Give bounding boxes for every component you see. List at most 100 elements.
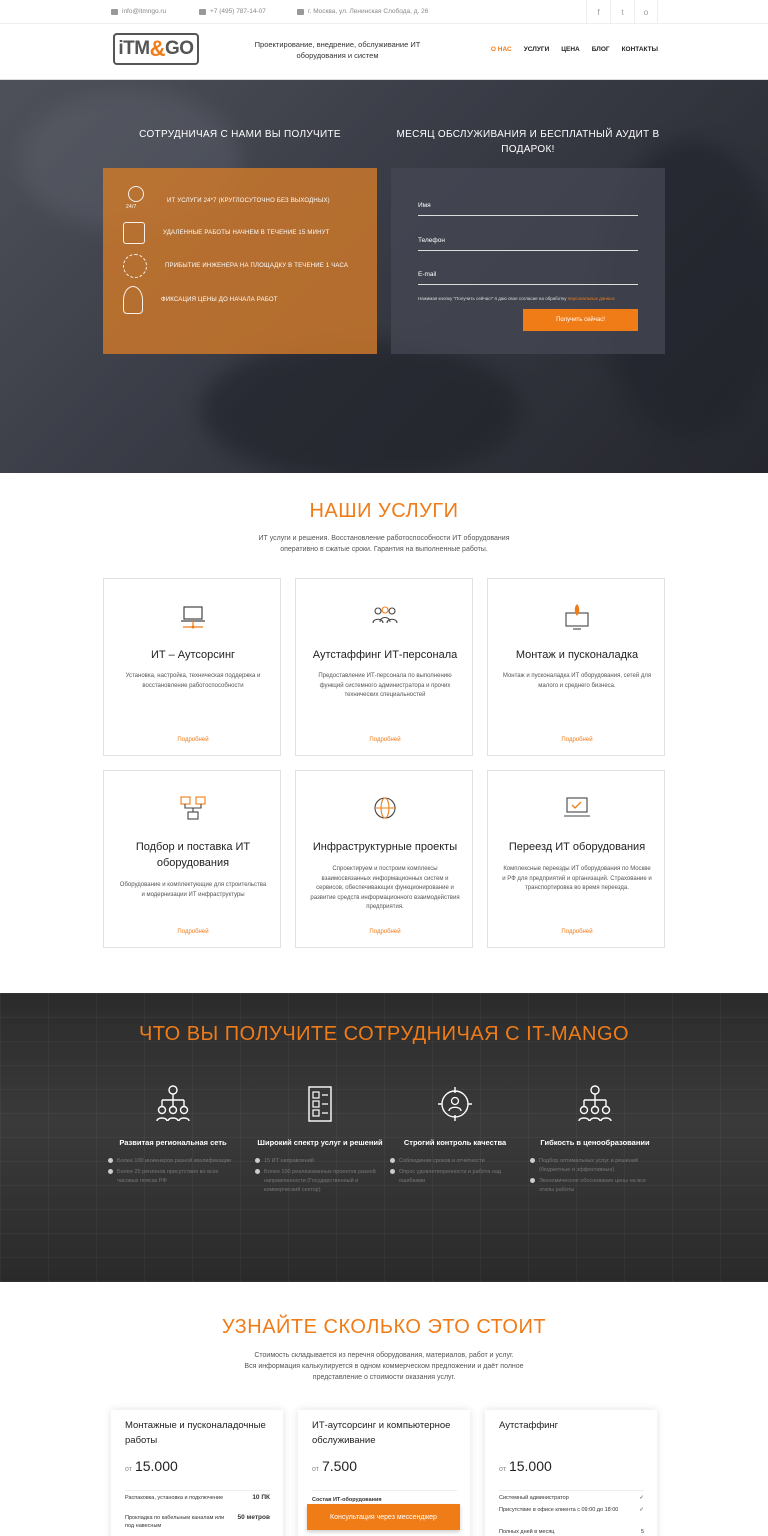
price-card[interactable]: Аутстаффинг от 15.000 Системный администр… [485,1410,657,1536]
nav-price[interactable]: ЦЕНА [561,46,579,53]
instagram-icon[interactable]: o [634,0,658,24]
feature-point: Экономическое обоснование цены на все эт… [530,1177,660,1195]
hierarchy-icon [578,1085,612,1122]
person-24-7-icon: 24/7 [123,186,149,216]
service-title: Аутстаффинг ИТ-персонала [312,649,458,661]
benefit-feature: Строгий контроль качества Соблюдение сро… [390,1085,520,1188]
checklist-icon [308,1086,332,1122]
name-field[interactable]: Имя [418,202,638,216]
service-desc: Оборудование и комплектующие для строите… [119,882,267,898]
top-bar: info@itmngo.ru +7 (495) 787-14-07 г. Мос… [0,0,768,24]
benefit-item: 24/7 ИТ УСЛУГИ 24*7 (КРУГЛОСУТОЧНО БЕЗ В… [123,186,330,216]
hero-left-title: СОТРУДНИЧАЯ С НАМИ ВЫ ПОЛУЧИТЕ [139,129,341,140]
service-card[interactable]: Аутстаффинг ИТ-персонала Предоставление … [295,578,473,756]
consent-label: Нажимая кнопку "Получить сейчас!" я даю … [418,296,568,301]
price-row-value: 50 метров [237,1514,271,1521]
price-row: Системный администратор ✓ [499,1494,644,1502]
hero-section: СОТРУДНИЧАЯ С НАМИ ВЫ ПОЛУЧИТЕ МЕСЯЦ ОБС… [0,80,768,473]
laptop-icon [181,606,205,629]
nav-blog[interactable]: БЛОГ [592,46,610,53]
twitter-icon[interactable]: t [610,0,634,24]
price-row-label: Прокладка по кабельным каналам или под н… [125,1515,225,1529]
consent-link[interactable]: персональных данных [568,296,615,301]
check-icon: ✓ [639,1507,644,1513]
divider [125,1490,270,1491]
more-link[interactable]: Подробней [296,737,474,743]
service-title: Инфраструктурные проекты [312,841,458,853]
request-form: Имя Телефон E-mail Нажимая кнопку "Получ… [391,168,665,354]
feature-title: Гибкость в ценообразовании [540,1138,650,1147]
pricing-subtitle-line: Вся информация калькулируется в одном ко… [244,1363,524,1370]
monitor-check-icon [564,797,590,817]
price-amount: 15.000 [508,1458,552,1474]
benefit-feature: Развитая региональная сеть Более 100 инж… [108,1085,238,1188]
logo-text-left: iTM [118,38,150,59]
nav-contacts[interactable]: КОНТАКТЫ [622,46,658,53]
price-card[interactable]: Монтажные и пусконаладочные работы от 15.… [111,1410,283,1536]
hero-right-title: МЕСЯЦ ОБСЛУЖИВАНИЯ И БЕСПЛАТНЫЙ АУДИТ В … [396,129,660,155]
phone-contact[interactable]: +7 (495) 787-14-07 [199,8,266,15]
service-desc: Спроектируем и построим комплексы взаимо… [310,866,460,910]
service-title: Монтаж и пусконаладка [515,649,639,661]
benefit-item: УДАЛЕННЫЕ РАБОТЫ НАЧНЕМ В ТЕЧЕНИЕ 15 МИН… [123,222,330,244]
email-field[interactable]: E-mail [418,271,638,285]
check-icon: ✓ [639,1495,644,1501]
phone-field[interactable]: Телефон [418,237,638,251]
price-row-label: Системный администратор [499,1495,569,1501]
feature-point: Более 100 инженеров разной квалификации [108,1157,238,1166]
feature-title: Развитая региональная сеть [119,1138,227,1147]
price-row-label: Присутствие в офисе клиента с 09:00 до 1… [499,1507,619,1513]
price-row-label: Распаковка, установка и подключение [125,1495,224,1501]
divider [312,1490,457,1491]
address-contact: г. Москва, ул. Ленинская Слобода, д. 26 [297,8,428,15]
more-link[interactable]: Подробней [104,737,282,743]
email-text[interactable]: info@itmngo.ru [122,8,166,15]
pricing-subtitle-line: Стоимость складывается из перечня оборуд… [254,1352,514,1359]
feature-point: Более 25 регионов присутствия во всех ча… [108,1168,238,1186]
price-row: Присутствие в офисе клиента с 09:00 до 1… [499,1506,644,1514]
feature-point: Соблюдение сроков и отчетности [390,1157,520,1166]
more-link[interactable]: Подробней [488,737,666,743]
messenger-consult-button[interactable]: Консультация через мессенджер [307,1504,460,1530]
price-row: Состав ИТ-оборудования [312,1496,457,1504]
more-link[interactable]: Подробней [104,929,282,935]
service-desc: Предоставление ИТ-персонала по выполнени… [318,673,452,698]
logo[interactable]: iTM & GO [113,33,199,65]
globe-icon [374,797,396,819]
price-row-label: Полных дней в месяц [499,1529,555,1535]
feature-point: Подбор оптимальных услуг и решений (бюдж… [530,1157,660,1175]
price-from-label: от [312,1466,319,1473]
service-card[interactable]: Подбор и поставка ИТ оборудования Оборуд… [103,770,281,948]
benefit-text: ИТ УСЛУГИ 24*7 (КРУГЛОСУТОЧНО БЕЗ ВЫХОДН… [167,198,330,204]
service-card[interactable]: Инфраструктурные проекты Спроектируем и … [295,770,473,948]
feature-points: Более 100 инженеров разной квалификации … [108,1157,238,1186]
divider [499,1490,644,1491]
service-desc: Монтаж и пусконаладка ИТ оборудования, с… [502,673,652,689]
more-link[interactable]: Подробней [296,929,474,935]
service-card[interactable]: ИТ – Аутсорсинг Установка, настройка, те… [103,578,281,756]
price-card-title: ИТ-аутсорсинг и компьютерное обслуживани… [312,1420,451,1446]
facebook-icon[interactable]: f [586,0,610,24]
nav-about[interactable]: О НАС [491,46,512,53]
phone-text[interactable]: +7 (495) 787-14-07 [210,8,266,15]
building-icon [297,8,304,15]
services-title: НАШИ УСЛУГИ [309,500,459,522]
benefits-title: ЧТО ВЫ ПОЛУЧИТЕ СОТРУДНИЧАЯ С IT-MANGO [138,1023,630,1045]
service-card[interactable]: Монтаж и пусконаладка Монтаж и пусконала… [487,578,665,756]
more-link[interactable]: Подробней [488,929,666,935]
service-card[interactable]: Переезд ИТ оборудования Комплексные пере… [487,770,665,948]
envelope-icon [111,8,118,15]
swap-icon [123,222,145,244]
price-row: Распаковка, установка и подключение 10 ПК [125,1494,270,1502]
rocket-icon [565,604,589,630]
email-contact[interactable]: info@itmngo.ru [111,8,166,15]
service-desc: Установка, настройка, техническая поддер… [125,673,261,689]
nav-services[interactable]: УСЛУГИ [524,46,550,53]
benefit-text: ФИКСАЦИЯ ЦЕНЫ ДО НАЧАЛА РАБОТ [161,297,278,303]
submit-button[interactable]: Получить сейчас! [523,309,638,331]
pricing-subtitle: Стоимость складывается из перечня оборуд… [0,1350,768,1383]
site-header: iTM & GO Проектирование, внедрение, обслуж… [0,24,768,80]
address-text: г. Москва, ул. Ленинская Слобода, д. 26 [308,8,429,15]
price-value: от 15.000 [499,1458,552,1474]
feature-point: 15 ИТ направлений [255,1157,385,1166]
